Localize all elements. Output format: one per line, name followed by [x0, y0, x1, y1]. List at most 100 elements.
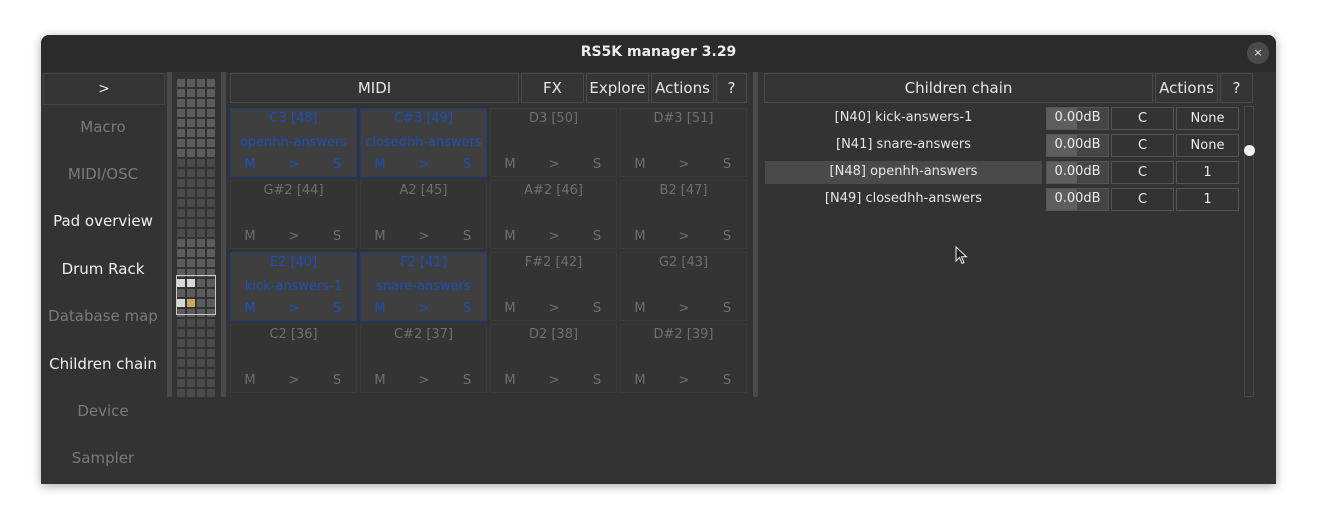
pad-solo-button[interactable]: S [712, 229, 742, 244]
minimap-cell[interactable] [197, 369, 205, 377]
minimap-cell[interactable] [207, 89, 215, 97]
child-choke-select[interactable]: 1 [1176, 188, 1239, 211]
minimap-cell[interactable] [177, 109, 185, 117]
minimap-cell[interactable] [207, 189, 215, 197]
child-name[interactable]: [N41] snare-answers [765, 134, 1042, 157]
minimap-cell[interactable] [207, 149, 215, 157]
minimap-cell[interactable] [187, 99, 195, 107]
minimap-cell[interactable] [187, 249, 195, 257]
minimap-cell[interactable] [177, 149, 185, 157]
minimap-cell[interactable] [207, 139, 215, 147]
splitter[interactable] [167, 72, 172, 397]
minimap-cell[interactable] [177, 259, 185, 267]
minimap-cell[interactable] [187, 339, 195, 347]
pad-solo-button[interactable]: S [712, 373, 742, 388]
pad-mute-button[interactable]: M [235, 301, 265, 316]
close-icon[interactable]: × [1247, 42, 1269, 64]
pad-solo-button[interactable]: S [322, 157, 352, 172]
minimap-cell[interactable] [197, 219, 205, 227]
minimap-cell[interactable] [187, 379, 195, 387]
child-choke-select[interactable]: None [1176, 107, 1239, 130]
pad[interactable]: C#2 [37] M > S [360, 324, 487, 393]
fx-button[interactable]: FX [521, 73, 584, 103]
minimap-cell[interactable] [177, 319, 185, 327]
pad-mute-button[interactable]: M [495, 157, 525, 172]
pad-mute-button[interactable]: M [495, 301, 525, 316]
sidebar-item-macro[interactable]: Macro [41, 118, 165, 136]
child-c-button[interactable]: C [1111, 188, 1174, 211]
midi-button[interactable]: MIDI [230, 73, 519, 103]
minimap-cell[interactable] [187, 119, 195, 127]
minimap-cell[interactable] [187, 239, 195, 247]
pad[interactable]: G2 [43] M > S [620, 252, 747, 321]
pad-mute-button[interactable]: M [625, 229, 655, 244]
minimap-cell[interactable] [197, 89, 205, 97]
sidebar-item-sampler[interactable]: Sampler [41, 449, 165, 467]
minimap-cell[interactable] [177, 239, 185, 247]
minimap-cell[interactable] [177, 329, 185, 337]
minimap-cell[interactable] [177, 229, 185, 237]
minimap-cell[interactable] [177, 199, 185, 207]
pad-mute-button[interactable]: M [625, 373, 655, 388]
minimap-cell[interactable] [197, 239, 205, 247]
minimap-cell[interactable] [207, 169, 215, 177]
minimap-cell[interactable] [207, 389, 215, 397]
minimap-cell[interactable] [197, 229, 205, 237]
minimap-cell[interactable] [197, 139, 205, 147]
pad[interactable]: F2 [41] snare-answers M > S [360, 252, 487, 321]
minimap-cell[interactable] [187, 199, 195, 207]
minimap-cell[interactable] [207, 159, 215, 167]
pad[interactable]: E2 [40] kick-answers-1 M > S [230, 252, 357, 321]
child-volume-slider[interactable]: 0.00dB [1046, 107, 1109, 130]
minimap-cell[interactable] [177, 249, 185, 257]
pad-solo-button[interactable]: S [452, 157, 482, 172]
children-chain-row[interactable]: [N48] openhh-answers 0.00dB C 1 [764, 161, 1242, 184]
sidebar-item-children-chain[interactable]: Children chain [41, 355, 165, 373]
minimap-cell[interactable] [197, 199, 205, 207]
pad-mute-button[interactable]: M [365, 157, 395, 172]
minimap-cell[interactable] [207, 99, 215, 107]
minimap-cell[interactable] [187, 349, 195, 357]
minimap-cell[interactable] [177, 179, 185, 187]
pad-play-button[interactable]: > [279, 301, 309, 316]
minimap-cell[interactable] [207, 359, 215, 367]
sidebar-item-device[interactable]: Device [41, 402, 165, 420]
pad-solo-button[interactable]: S [322, 229, 352, 244]
pad-solo-button[interactable]: S [712, 301, 742, 316]
minimap-cell[interactable] [197, 319, 205, 327]
minimap-cell[interactable] [197, 359, 205, 367]
scroll-handle[interactable] [1244, 145, 1255, 156]
minimap-cell[interactable] [177, 339, 185, 347]
pad[interactable]: D#3 [51] M > S [620, 108, 747, 177]
minimap-cell[interactable] [177, 129, 185, 137]
minimap-cell[interactable] [197, 119, 205, 127]
minimap-cell[interactable] [207, 119, 215, 127]
pad-mute-button[interactable]: M [365, 301, 395, 316]
minimap-cell[interactable] [177, 359, 185, 367]
pad-play-button[interactable]: > [539, 229, 569, 244]
child-name[interactable]: [N48] openhh-answers [765, 161, 1042, 184]
children-help-button[interactable]: ? [1220, 73, 1253, 103]
sidebar-toggle-button[interactable]: > [43, 73, 165, 105]
minimap-cell[interactable] [187, 109, 195, 117]
minimap-cell[interactable] [207, 319, 215, 327]
sidebar-item-database-map[interactable]: Database map [41, 307, 165, 325]
pad-solo-button[interactable]: S [582, 373, 612, 388]
minimap-cell[interactable] [197, 329, 205, 337]
minimap-cell[interactable] [177, 389, 185, 397]
minimap-cell[interactable] [177, 99, 185, 107]
minimap-cell[interactable] [207, 329, 215, 337]
minimap-cell[interactable] [187, 79, 195, 87]
child-c-button[interactable]: C [1111, 107, 1174, 130]
child-volume-slider[interactable]: 0.00dB [1046, 188, 1109, 211]
minimap-cell[interactable] [187, 259, 195, 267]
minimap-cell[interactable] [177, 369, 185, 377]
pad-solo-button[interactable]: S [452, 301, 482, 316]
minimap-cell[interactable] [187, 159, 195, 167]
pad-play-button[interactable]: > [669, 229, 699, 244]
pad[interactable]: C3 [48] openhh-answers M > S [230, 108, 357, 177]
child-choke-select[interactable]: 1 [1176, 161, 1239, 184]
minimap-cell[interactable] [207, 229, 215, 237]
pad-solo-button[interactable]: S [582, 301, 612, 316]
minimap-cell[interactable] [177, 219, 185, 227]
